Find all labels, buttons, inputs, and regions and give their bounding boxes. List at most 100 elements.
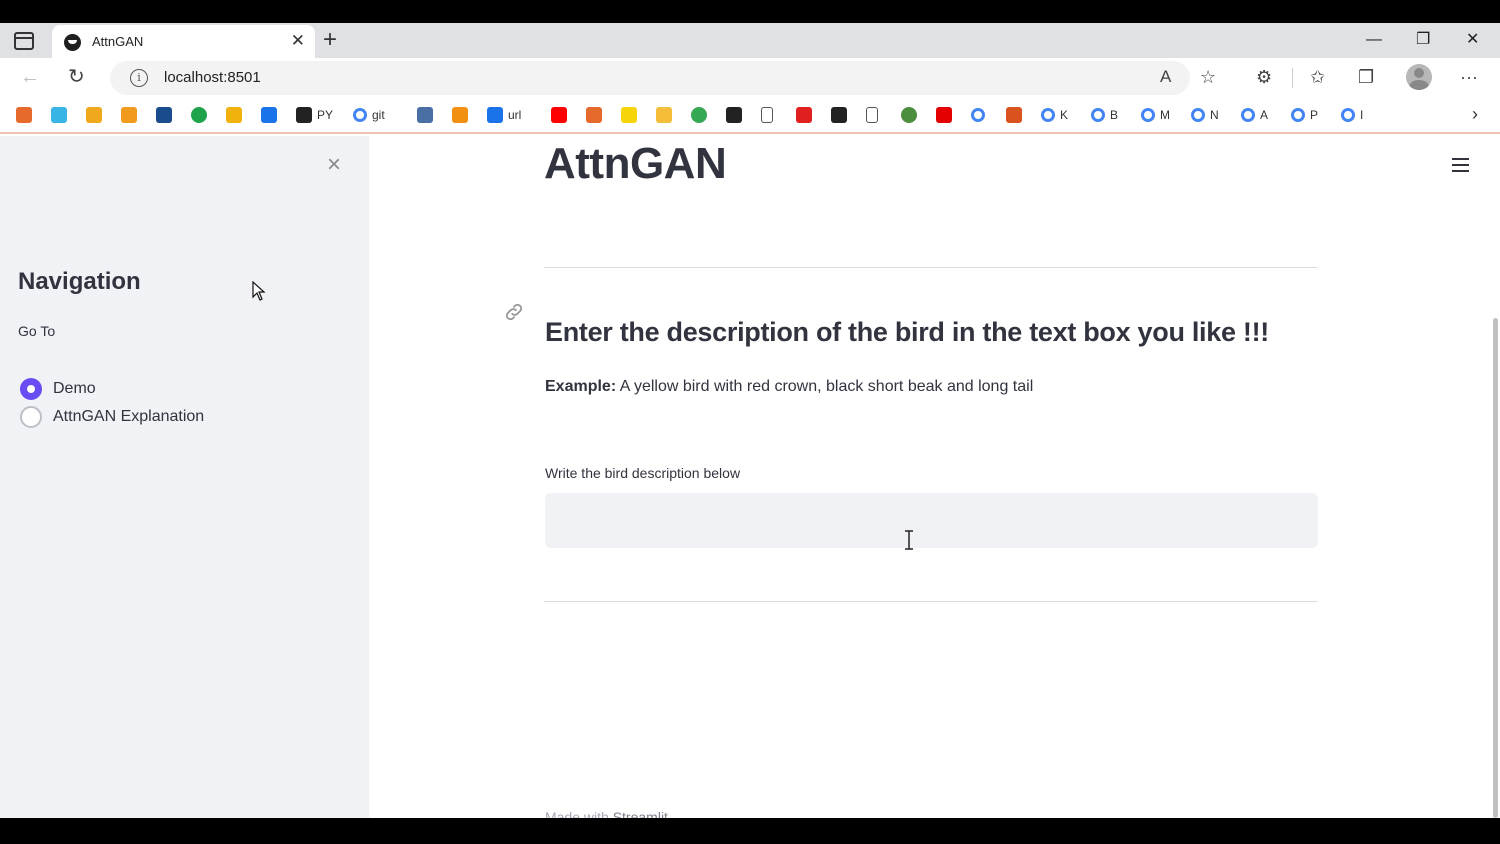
green-circle-icon: [191, 107, 207, 123]
radio-option-demo[interactable]: Demo: [20, 378, 96, 400]
tab-attngan[interactable]: AttnGAN ✕: [52, 25, 315, 58]
bookmark-item[interactable]: [226, 106, 242, 124]
bookmark-item[interactable]: PY: [296, 106, 333, 124]
dl-icon: [831, 107, 847, 123]
page-title: AttnGAN: [544, 139, 727, 188]
bookmark-item[interactable]: [901, 106, 917, 124]
bookmark-item[interactable]: [1006, 106, 1022, 124]
bookmark-item[interactable]: P: [1291, 106, 1318, 124]
divider-top: [544, 267, 1318, 268]
site-info-icon[interactable]: i: [130, 69, 148, 87]
bookmark-item[interactable]: [726, 106, 742, 124]
profile-avatar-icon[interactable]: [1406, 64, 1432, 90]
bookmark-item[interactable]: [971, 106, 985, 124]
bookmark-label: I: [1360, 108, 1364, 122]
bookmark-item[interactable]: [452, 106, 468, 124]
bookmark-item[interactable]: [761, 106, 773, 124]
bookmark-item[interactable]: [51, 106, 67, 124]
bookmark-item[interactable]: [866, 106, 878, 124]
bookmark-item[interactable]: [86, 106, 102, 124]
read-aloud-icon[interactable]: A: [1160, 67, 1171, 87]
streamlit-favicon-icon: [64, 34, 81, 51]
badge-icon: [86, 107, 102, 123]
radio-label-attngan-explanation: AttnGAN Explanation: [53, 408, 205, 425]
favorites-icon[interactable]: ✩: [1310, 64, 1325, 90]
reload-icon[interactable]: ↻: [68, 64, 85, 90]
add-favorite-icon[interactable]: ☆: [1200, 64, 1216, 90]
bookmark-item[interactable]: A: [1241, 106, 1268, 124]
window-close-button[interactable]: ✕: [1466, 27, 1479, 53]
flower-icon: [586, 107, 602, 123]
bookmark-item[interactable]: [191, 106, 207, 124]
more-options-icon[interactable]: ···: [1460, 64, 1478, 90]
anchor-link-icon[interactable]: [503, 301, 525, 323]
screen: AttnGAN ✕ + — ❐ ✕ ← ↻ i localhost:8501 A…: [0, 0, 1500, 844]
bookmark-item[interactable]: git: [353, 106, 385, 124]
minimize-button[interactable]: —: [1366, 27, 1382, 53]
bookmark-item[interactable]: [156, 106, 172, 124]
bookmark-item[interactable]: [551, 106, 567, 124]
heart-icon: [796, 107, 812, 123]
hamburger-menu-icon[interactable]: [1452, 158, 1469, 172]
bookmark-item[interactable]: url: [487, 106, 521, 124]
bookmark-item[interactable]: [691, 106, 707, 124]
mouse-cursor-icon: [252, 281, 266, 301]
sidebar: × Navigation Go To Demo AttnGAN Explanat…: [0, 136, 369, 818]
youtube-icon: [551, 107, 567, 123]
bookmark-item[interactable]: B: [1091, 106, 1118, 124]
bird-description-label: Write the bird description below: [545, 465, 741, 481]
page-icon: [866, 107, 878, 123]
back-arrow-icon[interactable]: ←: [20, 64, 40, 90]
folder-icon: [656, 107, 672, 123]
pma-icon: [452, 107, 468, 123]
restore-button[interactable]: ❐: [1416, 27, 1430, 53]
page-scrollbar[interactable]: [1493, 318, 1498, 818]
swirl-icon: [51, 107, 67, 123]
bookmark-label: B: [1110, 108, 1119, 122]
arrow-icon: [726, 107, 742, 123]
bookmark-label: M: [1160, 108, 1170, 122]
bookmark-label: git: [372, 108, 385, 122]
radio-unchecked-icon[interactable]: [20, 406, 42, 428]
bookmark-item[interactable]: I: [1341, 106, 1363, 124]
footer: Made with Streamlit: [545, 809, 668, 818]
goto-label: Go To: [18, 323, 56, 339]
url-text[interactable]: localhost:8501: [164, 69, 261, 86]
google-icon: [1341, 108, 1355, 122]
bookmark-label: N: [1210, 108, 1219, 122]
google-icon: [1241, 108, 1255, 122]
bookmark-item[interactable]: [417, 106, 433, 124]
bookmark-item[interactable]: [831, 106, 847, 124]
new-tab-button[interactable]: +: [323, 26, 337, 54]
tab-actions-icon[interactable]: [14, 32, 34, 50]
bookmark-item[interactable]: [121, 106, 137, 124]
streamlit-app: × Navigation Go To Demo AttnGAN Explanat…: [0, 136, 1500, 818]
google-icon: [1291, 108, 1305, 122]
example-label: Example:: [545, 378, 617, 395]
collections-icon[interactable]: ❐: [1358, 64, 1374, 90]
ring-icon: [691, 107, 707, 123]
bookmark-item[interactable]: [16, 106, 32, 124]
browser-window: AttnGAN ✕ + — ❐ ✕ ← ↻ i localhost:8501 A…: [0, 23, 1500, 818]
sidebar-close-button[interactable]: ×: [327, 152, 341, 178]
google-icon: [353, 108, 367, 122]
bookmark-item[interactable]: [261, 106, 277, 124]
extensions-icon[interactable]: ⚙: [1256, 64, 1272, 90]
streamlit-link[interactable]: Streamlit: [613, 809, 668, 818]
bookmark-item[interactable]: [621, 106, 637, 124]
tab-close-button[interactable]: ✕: [291, 31, 305, 51]
bird-description-input[interactable]: [545, 493, 1318, 548]
bookmark-label: A: [1260, 108, 1269, 122]
bookmark-item[interactable]: N: [1191, 106, 1219, 124]
bookmark-item[interactable]: [936, 106, 952, 124]
radio-option-attngan-explanation[interactable]: AttnGAN Explanation: [20, 406, 204, 428]
radio-checked-icon[interactable]: [20, 378, 42, 400]
bookmark-item[interactable]: M: [1141, 106, 1170, 124]
bookmark-item[interactable]: [796, 106, 812, 124]
bookmarks-more-chevron-icon[interactable]: ›: [1472, 104, 1478, 125]
address-bar[interactable]: i localhost:8501 A: [110, 61, 1190, 95]
bookmark-item[interactable]: K: [1041, 106, 1068, 124]
toolbar-separator: [1292, 68, 1293, 88]
bookmark-item[interactable]: [586, 106, 602, 124]
bookmark-item[interactable]: [656, 106, 672, 124]
